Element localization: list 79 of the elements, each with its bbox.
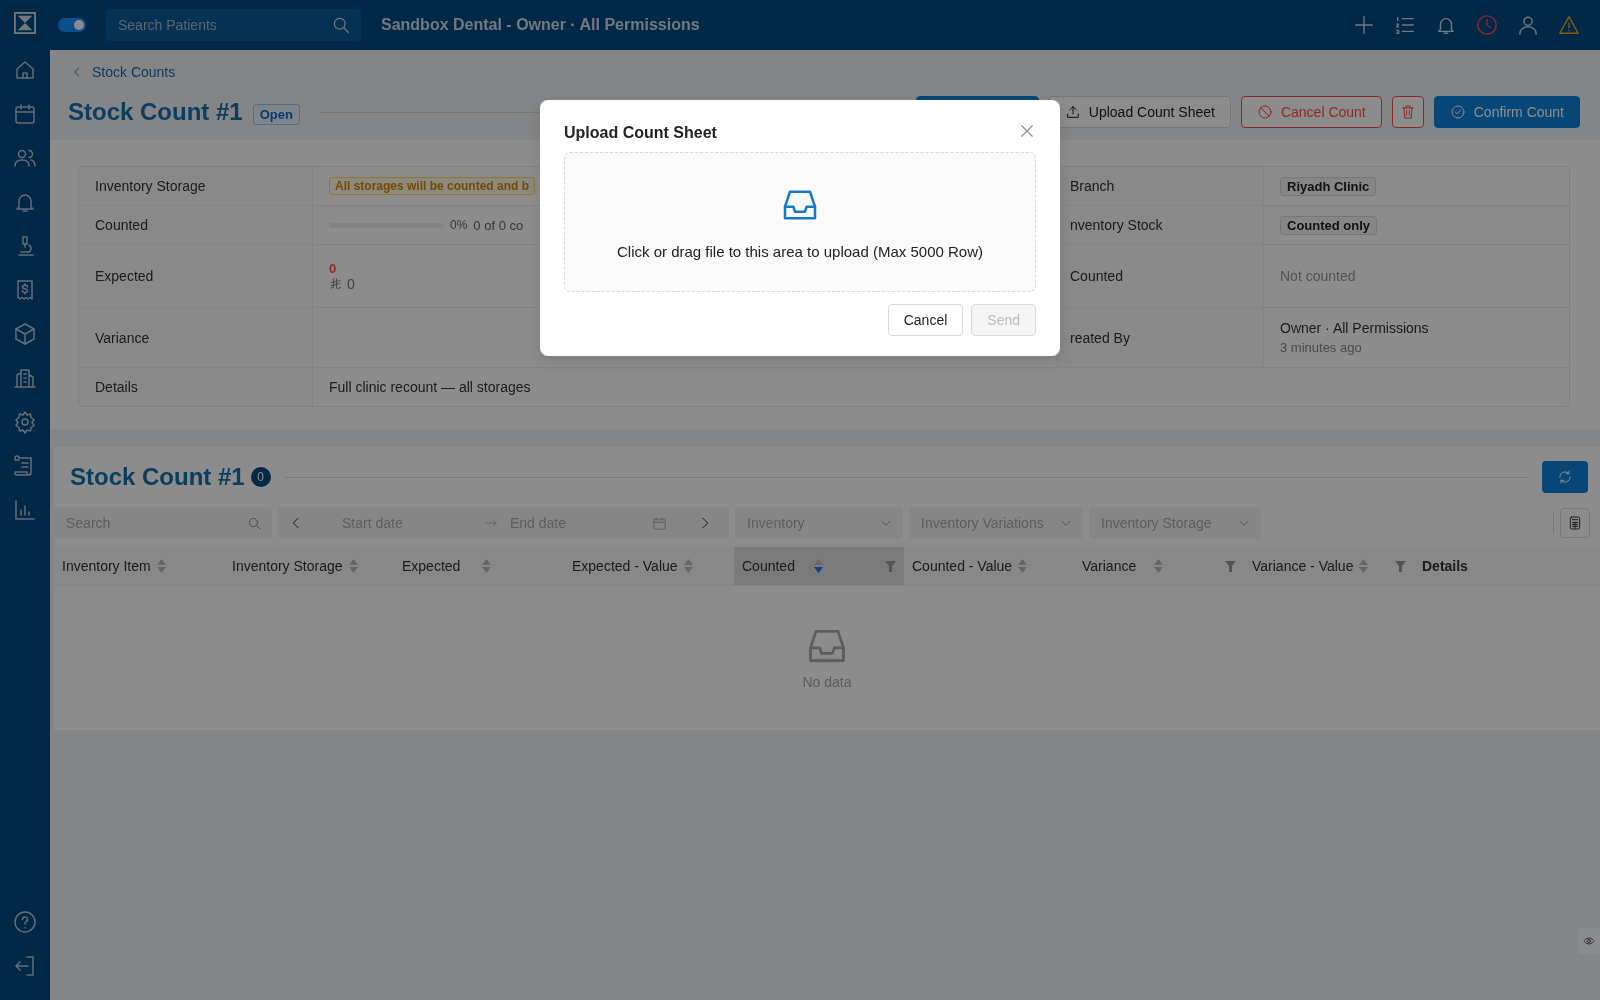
eye-tab[interactable]: [1578, 928, 1600, 954]
home-icon[interactable]: [13, 58, 37, 82]
filter-icon[interactable]: [885, 560, 896, 572]
status-tag: Open: [252, 103, 300, 125]
field-label: Details: [95, 379, 139, 395]
expected-quantity: 0: [329, 260, 337, 276]
section-title: Stock Count #1: [70, 463, 245, 491]
delete-button[interactable]: [1391, 96, 1424, 128]
breadcrumb-link[interactable]: Stock Counts: [92, 64, 176, 80]
created-time: 3 minutes ago: [1280, 340, 1363, 355]
field-label: Variance: [95, 329, 151, 346]
creator-name: Owner · All Permissions: [1280, 320, 1430, 336]
cancel-count-button[interactable]: Cancel Count: [1240, 96, 1382, 128]
refresh-button[interactable]: [1542, 461, 1588, 493]
dropzone-hint: Click or drag file to this area to upload (Max 5000 Row): [617, 242, 983, 260]
column-header[interactable]: Counted - Value: [904, 547, 1074, 586]
expected-value: 0: [347, 275, 355, 292]
column-header[interactable]: Inventory Item: [54, 547, 224, 586]
column-header[interactable]: Variance: [1074, 547, 1244, 586]
box-icon[interactable]: [13, 322, 37, 346]
close-button[interactable]: [1018, 122, 1036, 140]
toggle-switch[interactable]: [58, 18, 86, 32]
search-icon: [331, 15, 351, 35]
logout-icon[interactable]: [13, 954, 37, 978]
filter-icon[interactable]: [1395, 560, 1406, 572]
filter-icon[interactable]: [1225, 560, 1236, 572]
field-label: Counted: [95, 217, 149, 233]
clock-icon[interactable]: [1476, 14, 1498, 36]
progress-summary: 0 of 0 co: [473, 217, 524, 233]
upload-dropzone[interactable]: Click or drag file to this area to upload (Max 5000 Row): [564, 152, 1036, 292]
stock-tag: Counted only: [1280, 215, 1378, 235]
column-header[interactable]: Details: [1414, 547, 1584, 586]
field-value: Not counted: [1280, 268, 1357, 284]
column-header[interactable]: Expected - Value: [564, 547, 734, 586]
help-icon[interactable]: [13, 910, 37, 934]
user-icon[interactable]: [1517, 14, 1539, 36]
field-label: Branch: [1070, 178, 1116, 194]
field-label: Expected: [95, 268, 155, 284]
bar-chart-icon[interactable]: [13, 498, 37, 522]
building-icon[interactable]: [13, 366, 37, 390]
calendar-icon: [652, 515, 667, 531]
progress-percent: 0%: [450, 218, 468, 232]
field-label: nventory Stock: [1070, 217, 1164, 233]
dialog-title: Upload Count Sheet: [564, 124, 717, 142]
upload-icon: [1064, 104, 1081, 120]
page-title: Stock Count #1: [68, 98, 243, 126]
search-box[interactable]: Search Patients: [106, 9, 361, 41]
confirm-count-button[interactable]: Confirm Count: [1433, 96, 1580, 128]
logo-icon[interactable]: [14, 12, 36, 34]
eye-icon: [1583, 935, 1595, 947]
field-label: Inventory Storage: [95, 178, 207, 194]
warning-icon[interactable]: [1558, 14, 1580, 36]
window-title: Sandbox Dental - Owner · All Permissions: [381, 16, 701, 34]
trash-icon: [1399, 104, 1416, 120]
column-header[interactable]: Counted: [734, 547, 904, 586]
field-label: Counted: [1070, 268, 1124, 284]
field-label: reated By: [1070, 329, 1131, 346]
close-icon: [1018, 122, 1036, 140]
riyal-icon: [329, 276, 343, 291]
refresh-icon: [1557, 469, 1573, 485]
plus-icon[interactable]: [1353, 14, 1375, 36]
numbered-list-icon[interactable]: [1394, 14, 1416, 36]
calculator-icon: [1567, 515, 1583, 531]
count-badge: 0: [250, 467, 271, 487]
column-header[interactable]: Inventory Storage: [224, 547, 394, 586]
field-value: Full clinic recount — all storages: [329, 379, 532, 395]
calculator-button[interactable]: [1560, 508, 1590, 538]
cancel-button[interactable]: Cancel: [887, 304, 964, 336]
branch-tag: Riyadh Clinic: [1280, 176, 1377, 196]
calendar-icon[interactable]: [13, 102, 37, 126]
check-circle-icon: [1449, 104, 1466, 120]
search-field[interactable]: Search Patients: [116, 16, 331, 34]
search-icon: [247, 515, 262, 531]
column-header[interactable]: Variance - Value: [1244, 547, 1414, 586]
settings-icon[interactable]: [13, 410, 37, 434]
prohibited-icon: [1256, 104, 1273, 120]
warning-tag: All storages will be counted and b: [329, 177, 536, 195]
upload-count-sheet-button[interactable]: Upload Count Sheet: [1048, 96, 1231, 128]
column-header[interactable]: Expected: [394, 547, 564, 586]
